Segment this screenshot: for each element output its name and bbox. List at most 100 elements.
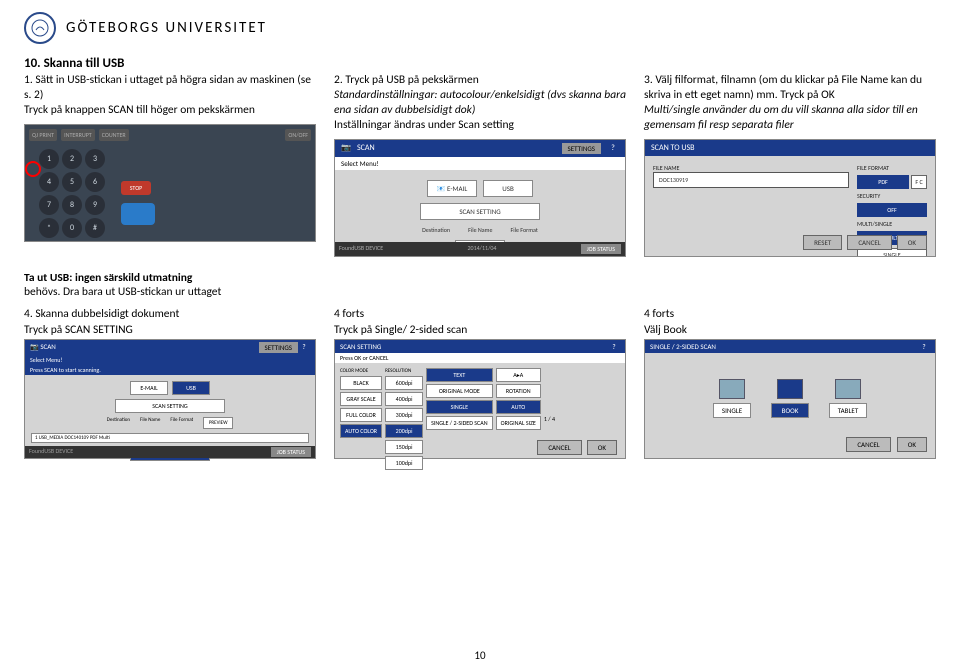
s2s-cancel: CANCEL <box>846 437 890 452</box>
val-filename: DOC130919 <box>653 172 849 188</box>
pill-fc: F C <box>911 175 927 189</box>
ss2-found: FoundUSB DEVICE <box>29 447 73 457</box>
opt-100: 100dpi <box>385 456 423 470</box>
lc3-sub: Välj Book <box>644 323 936 337</box>
usb-tile: USB <box>483 180 533 197</box>
ss2-settings: SETTINGS <box>259 342 298 353</box>
opt-fullcolor: FULL COLOR <box>340 408 382 422</box>
stop-button: STOP <box>121 181 151 195</box>
opt-black: BLACK <box>340 376 382 390</box>
lc2-title: 4 forts <box>334 307 626 321</box>
section-title: 10. Skanna till USB <box>24 56 936 71</box>
s2u-title: SCAN TO USB <box>645 140 935 156</box>
s2s-single: SINGLE <box>713 403 751 418</box>
num-4: 4 <box>39 172 59 192</box>
lbl-colormode: COLOR MODE <box>340 368 382 374</box>
scan-setting-thumb: SCAN SETTING? Press OK or CANCEL COLOR M… <box>334 339 626 459</box>
single-2sided-thumb: SINGLE / 2-SIDED SCAN? SINGLE BOOK TABLE… <box>644 339 936 459</box>
opt-300: 300dpi <box>385 408 423 422</box>
step-3-italic: Multi/single använder du om du vill skan… <box>644 103 936 133</box>
scset-ok: OK <box>587 440 617 455</box>
num-8: 8 <box>62 195 82 215</box>
num-5: 5 <box>62 172 82 192</box>
lbl-res: RESOLUTION <box>385 368 423 374</box>
ss2-scanset: SCAN SETTING <box>115 399 225 413</box>
lower-col-3: 4 forts Välj Book SINGLE / 2-SIDED SCAN?… <box>644 307 936 459</box>
highlight-scan-button <box>25 161 41 177</box>
opt-s2s: SINGLE / 2-SIDED SCAN <box>426 416 493 430</box>
opt-single: SINGLE <box>426 400 493 414</box>
s2s-title: SINGLE / 2-SIDED SCAN <box>650 342 716 351</box>
help-icon: ? <box>607 143 619 154</box>
start-button <box>121 203 155 225</box>
num-1: 1 <box>39 149 59 169</box>
col-2: 2. Tryck på USB på pekskärmen Standardin… <box>334 73 626 257</box>
reset-button: RESET <box>803 235 842 250</box>
opt-400: 400dpi <box>385 392 423 406</box>
date-label: 2014/11/04 <box>468 244 497 254</box>
lower-col-2: 4 forts Tryck på Single/ 2-sided scan SC… <box>334 307 626 459</box>
s2s-book: BOOK <box>771 403 809 418</box>
num-3: 3 <box>85 149 105 169</box>
ss2-fn: File Name <box>140 417 160 429</box>
ss2-dest: Destination <box>107 417 130 429</box>
num-star: * <box>39 218 59 238</box>
s2s-q: ? <box>918 342 930 351</box>
ss2-email: E-MAIL <box>130 381 168 395</box>
lower-col-1: 4. Skanna dubbelsidigt dokument Tryck på… <box>24 307 316 459</box>
job-status: JOB STATUS <box>581 244 621 254</box>
lc1-sub: Tryck på SCAN SETTING <box>24 323 316 337</box>
scan-title: SCAN <box>357 143 375 154</box>
opt-gray: GRAY SCALE <box>340 392 382 406</box>
num-9: 9 <box>85 195 105 215</box>
opt-aa: A▸A <box>496 368 541 382</box>
col-1: 1. Sätt in USB-stickan i uttaget på högr… <box>24 73 316 257</box>
cancel-button: CANCEL <box>847 235 891 250</box>
scan-screen-thumb: 📷SCAN SETTINGS ? Select Menu! 📧 E-MAIL U… <box>334 139 626 257</box>
ss2-select: Select Menu! <box>25 355 315 365</box>
num-7: 7 <box>39 195 59 215</box>
pager: 1 / 4 <box>544 415 555 423</box>
pill-off: OFF <box>857 203 927 217</box>
scset-cancel: CANCEL <box>537 440 581 455</box>
page-header: GÖTEBORGS UNIVERSITET <box>24 12 936 44</box>
step-2c: Inställningar ändras under Scan setting <box>334 118 626 133</box>
lbl-security: SECURITY <box>857 192 927 200</box>
lbl-multisingle: MULTI/SINGLE <box>857 220 927 228</box>
s2s-ok: OK <box>897 437 927 452</box>
lc1-title: 4. Skanna dubbelsidigt dokument <box>24 307 316 321</box>
step-1b-text: Tryck på knappen SCAN till höger om peks… <box>24 103 316 118</box>
ss2-q: ? <box>298 342 310 353</box>
num-0: 0 <box>62 218 82 238</box>
step-3-text: 3. Välj filformat, filnamn (om du klicka… <box>644 73 936 103</box>
btn-counter: COUNTER <box>99 129 129 141</box>
scset-title: SCAN SETTING <box>340 342 381 351</box>
ss2-press: Press SCAN to start scanning. <box>25 365 315 375</box>
email-tile: 📧 E-MAIL <box>427 180 477 197</box>
num-hash: # <box>85 218 105 238</box>
opt-150: 150dpi <box>385 440 423 454</box>
ss2-jobstat: JOB STATUS <box>271 447 311 457</box>
instruction-columns: 1. Sätt in USB-stickan i uttaget på högr… <box>24 73 936 257</box>
scset-press: Press OK or CANCEL <box>335 353 625 363</box>
lc2-sub: Tryck på Single/ 2-sided scan <box>334 323 626 337</box>
lbl-dest: Destination <box>422 226 450 234</box>
page-number: 10 <box>474 649 485 662</box>
select-menu: Select Menu! <box>335 157 625 170</box>
ok-button: OK <box>897 235 927 250</box>
usb-note-1: Ta ut USB: ingen särskild utmatning <box>24 271 192 285</box>
scan-screen-2-thumb: 📷 SCANSETTINGS? Select Menu! Press SCAN … <box>24 339 316 459</box>
lower-columns: 4. Skanna dubbelsidigt dokument Tryck på… <box>24 307 936 459</box>
scan-setting-tile: SCAN SETTING <box>420 203 540 220</box>
lbl-filename: FILE NAME <box>653 164 849 172</box>
lbl-ff: File Format <box>510 226 537 234</box>
ss2-ff: File Format <box>170 417 193 429</box>
university-name: GÖTEBORGS UNIVERSITET <box>66 19 267 37</box>
num-2: 2 <box>62 149 82 169</box>
settings-button: SETTINGS <box>562 143 601 154</box>
university-logo <box>24 12 56 44</box>
opt-200: 200dpi <box>385 424 423 438</box>
usb-note-2: behövs. Dra bara ut USB-stickan ur uttag… <box>24 285 936 299</box>
ss2-preview: PREVIEW <box>203 417 233 429</box>
scan-to-usb-thumb: SCAN TO USB FILE NAME DOC130919 FILE FOR… <box>644 139 936 257</box>
